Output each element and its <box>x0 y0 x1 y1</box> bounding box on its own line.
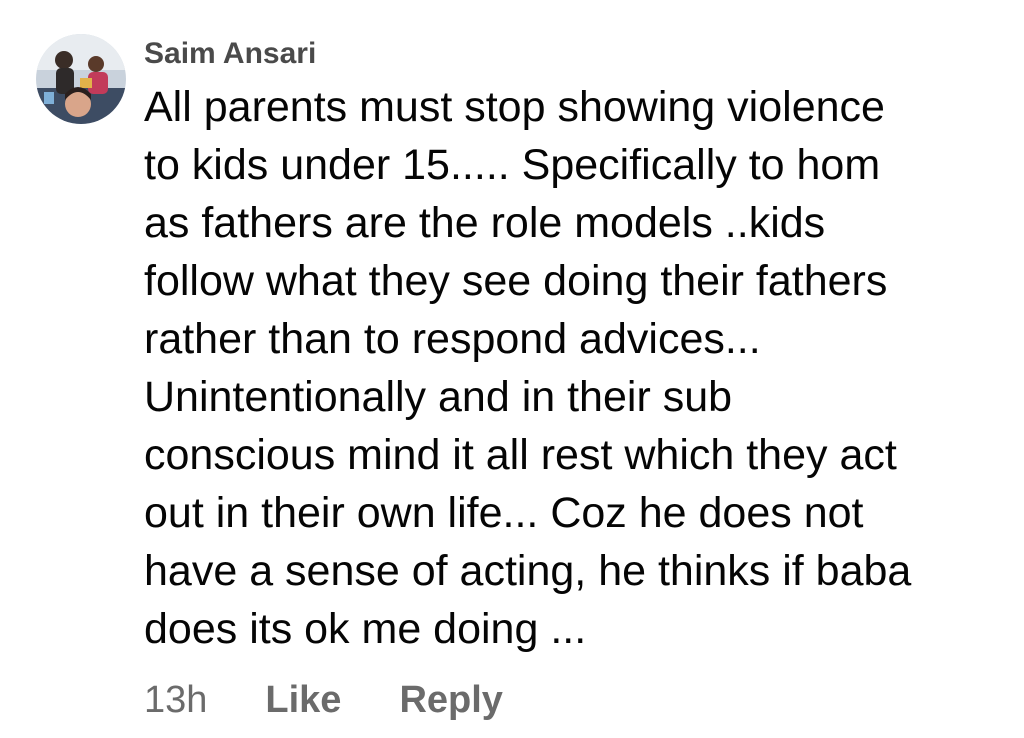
comment-text-line: conscious mind it all rest which they ac… <box>144 431 897 479</box>
comment-timestamp[interactable]: 13h <box>144 679 207 722</box>
comment-text-line: out in their own life... Coz he does not <box>144 489 864 537</box>
comment-text-line: have a sense of acting, he thinks if bab… <box>144 547 912 595</box>
like-button[interactable]: Like <box>265 679 341 722</box>
comment-text-line: All parents must stop showing violence <box>144 83 885 131</box>
reply-button[interactable]: Reply <box>399 679 502 722</box>
comment-author[interactable]: Saim Ansari <box>144 34 316 74</box>
comment-actions: 13h Like Reply <box>144 676 503 724</box>
comment: Saim Ansari All parents must stop showin… <box>0 0 1024 738</box>
comment-text: All parents must stop showing violence t… <box>144 78 1004 658</box>
comment-text-line: to kids under 15..... Specifically to ho… <box>144 141 881 189</box>
comment-text-line: follow what they see doing their fathers <box>144 257 888 305</box>
comment-text-line: as fathers are the role models ..kids <box>144 199 826 247</box>
comment-text-line: Unintentionally and in their sub <box>144 373 733 421</box>
avatar[interactable] <box>36 34 126 124</box>
comment-text-line: does its ok me doing ... <box>144 605 587 653</box>
comment-text-line: rather than to respond advices... <box>144 315 761 363</box>
avatar-photo <box>36 34 126 124</box>
